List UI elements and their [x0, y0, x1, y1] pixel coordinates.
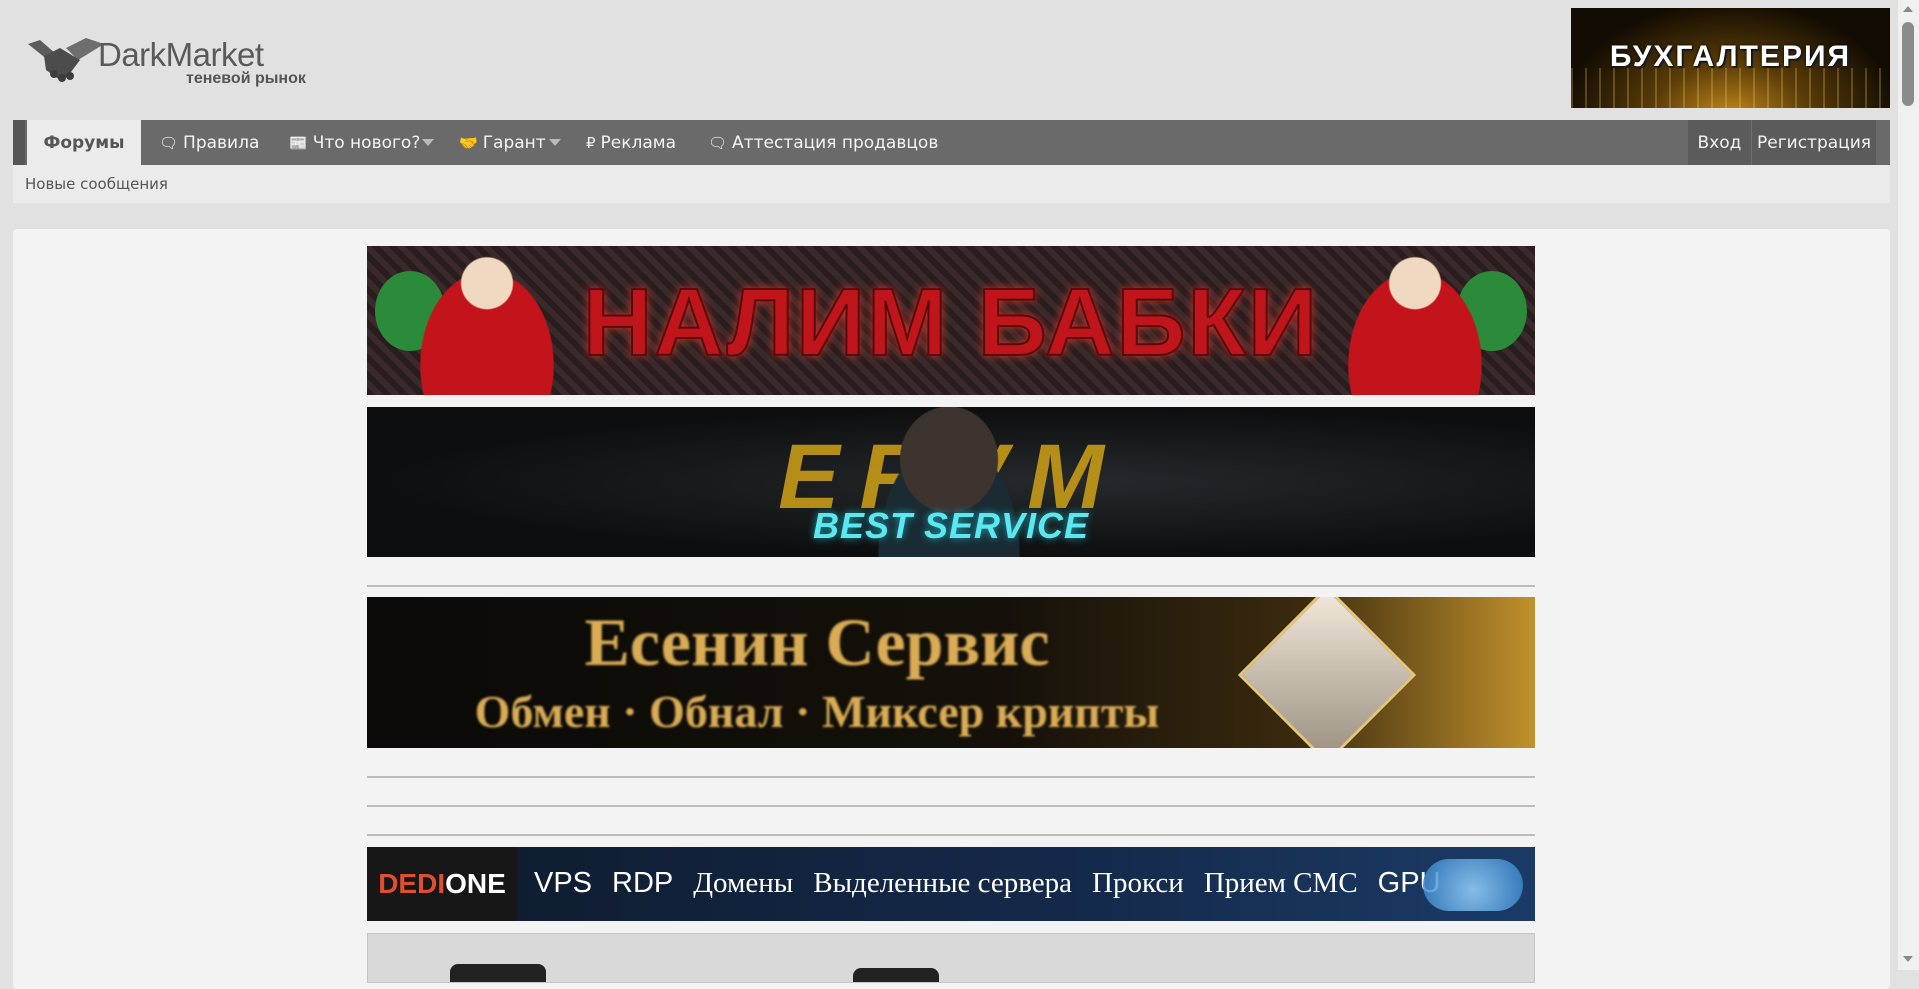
nav-item-guarantor[interactable]: 🤝 Гарант	[459, 120, 546, 165]
speech-bubble-icon: 🗨	[708, 133, 728, 152]
nav-item-label: Реклама	[600, 132, 677, 153]
service-item: Выделенные сервера	[813, 867, 1073, 899]
service-item: Домены	[693, 867, 794, 899]
sub-navbar: Новые сообщения	[13, 165, 1890, 203]
nav-item-advertising[interactable]: ₽ Реклама	[586, 120, 676, 165]
ad-banner-dedione[interactable]: DEDI ONE VPS RDP Домены Выделенные сервер…	[367, 847, 1535, 921]
banner-text: НАЛИМ БАБКИ	[582, 268, 1320, 377]
nav-item-label: Правила	[183, 132, 260, 153]
new-posts-link[interactable]: Новые сообщения	[25, 175, 168, 193]
service-item: Прием СМС	[1203, 867, 1358, 899]
chevron-down-icon[interactable]	[549, 139, 561, 146]
page-scrollbar[interactable]	[1898, 0, 1919, 970]
ad-banner-nalim-babki[interactable]: НАЛИМ БАБКИ	[367, 246, 1535, 395]
top-ad-banner[interactable]: БУХГАЛТЕРИЯ	[1571, 8, 1890, 108]
nav-item-rules[interactable]: 🗨 Правила	[159, 120, 259, 165]
divider	[367, 585, 1535, 587]
handshake-icon: 🤝	[459, 133, 478, 152]
cloud-icon	[1423, 859, 1523, 911]
ad-banner-esenin-service[interactable]: Есенин Сервис Обмен · Обнал · Миксер кри…	[367, 597, 1535, 748]
nav-item-seller-attestation[interactable]: 🗨 Аттестация продавцов	[708, 120, 938, 165]
banner-text: BEST SERVICE	[812, 505, 1090, 546]
nav-item-label: Что нового?	[312, 132, 421, 153]
service-list: VPS RDP Домены Выделенные сервера Прокси…	[534, 867, 1441, 900]
dedione-logo: DEDI ONE	[367, 847, 517, 921]
register-button[interactable]: Регистрация	[1752, 120, 1876, 165]
speech-bubble-icon: 🗨	[159, 133, 179, 152]
site-logo[interactable]: DarkMarket теневой рынок	[26, 30, 326, 92]
newspaper-icon: 📰	[289, 133, 308, 152]
scroll-down-arrow-icon[interactable]	[1903, 956, 1913, 962]
logo-tagline: теневой рынок	[186, 70, 306, 87]
service-item: RDP	[612, 867, 674, 899]
banner-title: Есенин Сервис	[584, 604, 1050, 680]
service-item: Прокси	[1092, 867, 1184, 899]
ruble-icon: ₽	[586, 133, 596, 152]
banner-graphic	[853, 968, 939, 982]
service-item: VPS	[534, 867, 593, 899]
logo-name: DarkMarket	[98, 36, 264, 73]
nav-item-label: Аттестация продавцов	[732, 132, 939, 153]
nav-item-whats-new[interactable]: 📰 Что нового?	[289, 120, 420, 165]
banner-graphic	[450, 964, 546, 982]
divider	[367, 776, 1535, 778]
scroll-thumb[interactable]	[1902, 22, 1914, 106]
top-banner-text: БУХГАЛТЕРИЯ	[1609, 40, 1852, 73]
nav-item-label: Гарант	[482, 132, 546, 153]
navbar-accent	[13, 120, 25, 165]
chevron-down-icon[interactable]	[422, 139, 434, 146]
divider	[367, 834, 1535, 836]
banner-subtitle: Обмен · Обнал · Миксер крипты	[474, 686, 1160, 737]
scroll-up-arrow-icon[interactable]	[1903, 6, 1913, 12]
divider	[367, 805, 1535, 807]
tab-forums[interactable]: Форумы	[27, 120, 141, 165]
ad-banner-best-service[interactable]: ERVM BEST SERVICE	[367, 407, 1535, 557]
login-button[interactable]: Вход	[1688, 120, 1751, 165]
handshake-logo-icon	[28, 38, 104, 82]
ad-banner-partial[interactable]	[367, 933, 1535, 983]
